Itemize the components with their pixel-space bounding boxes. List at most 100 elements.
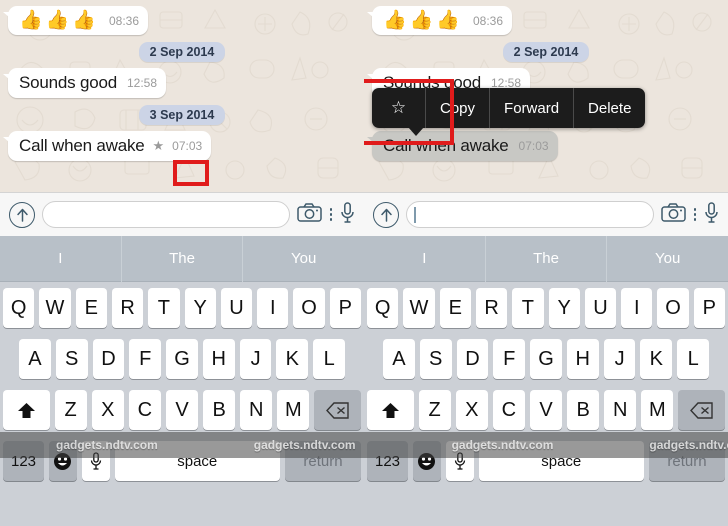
key-v[interactable]: V [165, 390, 199, 430]
key-j[interactable]: J [239, 339, 272, 379]
key-a[interactable]: A [18, 339, 51, 379]
key-u[interactable]: U [584, 288, 617, 328]
key-d[interactable]: D [92, 339, 125, 379]
suggestion-item-1[interactable]: The [122, 235, 244, 282]
key-return[interactable]: return [648, 441, 725, 481]
camera-icon[interactable] [660, 202, 686, 227]
key-w[interactable]: W [39, 288, 71, 328]
shift-icon[interactable] [366, 390, 414, 430]
key-x[interactable]: X [455, 390, 488, 430]
more-vertical-icon[interactable] [693, 208, 698, 221]
key-numeric[interactable]: 123 [367, 441, 409, 481]
context-menu-item-delete[interactable]: Delete [574, 88, 645, 128]
key-c[interactable]: C [128, 390, 161, 430]
key-y[interactable]: Y [184, 288, 216, 328]
microphone-icon[interactable] [340, 201, 355, 228]
key-return[interactable]: return [284, 441, 361, 481]
key-m[interactable]: M [641, 390, 674, 430]
context-menu-item-forward[interactable]: Forward [490, 88, 575, 128]
key-b[interactable]: B [203, 390, 236, 430]
key-s[interactable]: S [55, 339, 88, 379]
up-arrow-circle-icon[interactable] [9, 201, 35, 228]
key-m[interactable]: M [277, 390, 310, 430]
key-v[interactable]: V [529, 390, 563, 430]
key-q[interactable]: Q [367, 288, 399, 328]
key-i[interactable]: I [257, 288, 289, 328]
key-k[interactable]: K [276, 339, 309, 379]
key-o[interactable]: O [293, 288, 325, 328]
microphone-icon[interactable] [445, 441, 474, 481]
message-time: 08:36 [472, 13, 504, 28]
key-n[interactable]: N [604, 390, 637, 430]
key-t[interactable]: T [512, 288, 544, 328]
key-d[interactable]: D [456, 339, 489, 379]
key-w[interactable]: W [403, 288, 435, 328]
key-numeric[interactable]: 123 [3, 441, 45, 481]
key-l[interactable]: L [313, 339, 346, 379]
keyboard-after: Q W E R T Y U I O P A S D F G H J K L Z … [364, 282, 728, 526]
message-bubble-sounds-good[interactable]: Sounds good 12:58 [2, 68, 167, 98]
key-i[interactable]: I [621, 288, 653, 328]
backspace-icon[interactable] [314, 390, 362, 430]
chat-area-after: 👍👍👍 08:36 2 Sep 2014 Sounds good 12:58 3… [364, 0, 728, 192]
message-text: Sounds good [19, 73, 117, 92]
key-t[interactable]: T [148, 288, 180, 328]
key-x[interactable]: X [91, 390, 124, 430]
key-g[interactable]: G [530, 339, 562, 379]
key-y[interactable]: Y [548, 288, 580, 328]
suggestion-item-2[interactable]: You [607, 236, 728, 282]
keyboard-row-4: 123 space return [367, 441, 725, 481]
panel-after: 👍👍👍 08:36 2 Sep 2014 Sounds good 12:58 3… [364, 0, 728, 526]
key-n[interactable]: N [240, 390, 273, 430]
backspace-icon[interactable] [678, 390, 726, 430]
date-separator: 2 Sep 2014 [8, 42, 356, 62]
camera-icon[interactable] [296, 202, 322, 227]
suggestion-item-0[interactable]: I [0, 235, 122, 282]
emoji-icon[interactable] [413, 441, 441, 481]
key-z[interactable]: Z [54, 390, 87, 430]
key-p[interactable]: P [329, 288, 361, 328]
message-bubble-call-when-awake[interactable]: Call when awake ★ 07:03 [2, 131, 212, 161]
microphone-icon[interactable] [704, 201, 719, 228]
date-pill: 2 Sep 2014 [138, 42, 226, 62]
microphone-icon[interactable] [81, 441, 110, 481]
key-l[interactable]: L [677, 339, 710, 379]
key-e[interactable]: E [439, 288, 471, 328]
more-vertical-icon[interactable] [329, 208, 334, 221]
key-j[interactable]: J [603, 339, 636, 379]
key-space[interactable]: space [114, 441, 280, 481]
key-g[interactable]: G [166, 339, 198, 379]
message-input-bar-after [364, 192, 728, 236]
key-c[interactable]: C [492, 390, 525, 430]
key-p[interactable]: P [693, 288, 725, 328]
key-b[interactable]: B [567, 390, 600, 430]
key-s[interactable]: S [419, 339, 452, 379]
keyboard-row-3: Z X C V B N M [2, 390, 362, 430]
key-h[interactable]: H [566, 339, 599, 379]
key-space[interactable]: space [478, 441, 644, 481]
suggestion-item-1[interactable]: The [486, 235, 608, 282]
emoji-icon[interactable] [49, 441, 77, 481]
shift-icon[interactable] [2, 390, 50, 430]
key-z[interactable]: Z [418, 390, 451, 430]
message-bubble-emoji[interactable]: 👍👍👍 08:36 [366, 6, 513, 35]
key-a[interactable]: A [382, 339, 415, 379]
suggestion-item-2[interactable]: You [243, 236, 364, 282]
key-o[interactable]: O [657, 288, 689, 328]
key-e[interactable]: E [75, 288, 107, 328]
message-text-input[interactable] [406, 201, 654, 228]
key-h[interactable]: H [202, 339, 235, 379]
up-arrow-circle-icon[interactable] [373, 201, 399, 228]
suggestion-item-0[interactable]: I [364, 235, 486, 282]
whatsapp-star-message-comparison: 👍👍👍 08:36 2 Sep 2014 Sounds good 12:58 3… [0, 0, 728, 526]
message-time: 07:03 [518, 139, 549, 153]
key-r[interactable]: R [111, 288, 144, 328]
key-q[interactable]: Q [3, 288, 35, 328]
key-f[interactable]: F [129, 339, 162, 379]
key-r[interactable]: R [475, 288, 508, 328]
message-bubble-emoji[interactable]: 👍👍👍 08:36 [2, 6, 149, 35]
key-f[interactable]: F [493, 339, 526, 379]
key-k[interactable]: K [640, 339, 673, 379]
key-u[interactable]: U [220, 288, 253, 328]
message-text-input[interactable] [42, 201, 290, 228]
